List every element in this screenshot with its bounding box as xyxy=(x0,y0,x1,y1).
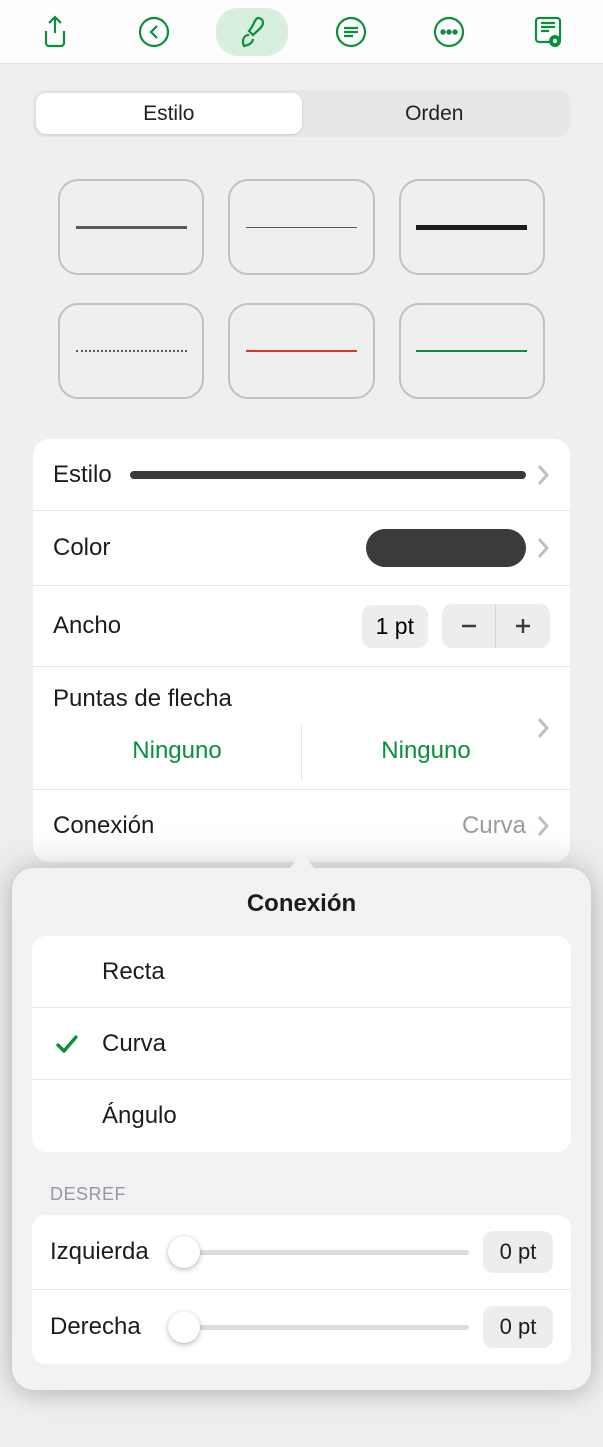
undo-button[interactable] xyxy=(118,8,190,56)
connection-options-list: Recta Curva Ángulo xyxy=(32,936,571,1152)
share-button[interactable] xyxy=(19,8,91,56)
comment-button[interactable] xyxy=(315,8,387,56)
tab-style[interactable]: Estilo xyxy=(36,93,302,134)
row-ancho: Ancho 1 pt xyxy=(33,586,570,667)
decrement-button[interactable] xyxy=(442,604,496,648)
presenter-icon xyxy=(531,14,565,50)
more-button[interactable] xyxy=(413,8,485,56)
slider-thumb[interactable] xyxy=(168,1236,200,1268)
line-style-swatch[interactable] xyxy=(58,179,204,275)
row-conexion[interactable]: Conexión Curva xyxy=(33,790,570,862)
arrow-left-value: Ninguno xyxy=(53,725,302,781)
popover-title: Conexión xyxy=(32,890,571,918)
slider-row-right: Derecha 0 pt xyxy=(32,1290,571,1364)
slider-track-right[interactable] xyxy=(184,1325,469,1330)
line-style-swatch[interactable] xyxy=(228,303,374,399)
chevron-right-icon xyxy=(536,463,550,487)
toolbar xyxy=(0,0,603,64)
more-icon xyxy=(432,15,466,49)
row-estilo[interactable]: Estilo xyxy=(33,439,570,511)
minus-icon xyxy=(458,615,480,637)
row-color[interactable]: Color xyxy=(33,511,570,586)
option-curva[interactable]: Curva xyxy=(32,1008,571,1080)
chevron-right-icon xyxy=(536,716,550,740)
slider-label: Derecha xyxy=(50,1313,170,1341)
chevron-right-icon xyxy=(536,536,550,560)
settings-panel: Estilo Color Ancho 1 pt Puntas de flecha xyxy=(33,439,570,862)
option-label: Ángulo xyxy=(102,1102,177,1130)
line-style-swatch[interactable] xyxy=(399,303,545,399)
slider-thumb[interactable] xyxy=(168,1311,200,1343)
slider-value-right[interactable]: 0 pt xyxy=(483,1306,553,1348)
connection-popover: Conexión Recta Curva Ángulo DESREF Izqui… xyxy=(12,868,591,1390)
tab-order[interactable]: Orden xyxy=(302,93,568,134)
row-label: Ancho xyxy=(53,612,121,640)
arrow-right-value: Ninguno xyxy=(302,725,550,781)
presenter-button[interactable] xyxy=(512,8,584,56)
option-angulo[interactable]: Ángulo xyxy=(32,1080,571,1152)
row-label: Color xyxy=(53,534,110,562)
width-value[interactable]: 1 pt xyxy=(362,605,428,648)
row-puntas[interactable]: Puntas de flecha Ninguno Ninguno xyxy=(33,667,570,790)
option-label: Recta xyxy=(102,958,165,986)
row-label: Conexión xyxy=(53,812,154,840)
section-label: DESREF xyxy=(50,1184,567,1205)
checkmark-icon xyxy=(54,1031,80,1057)
comment-icon xyxy=(334,15,368,49)
plus-icon xyxy=(512,615,534,637)
line-style-swatch[interactable] xyxy=(58,303,204,399)
connection-value: Curva xyxy=(462,812,526,840)
tab-segmented-control: Estilo Orden xyxy=(0,64,603,151)
line-style-grid xyxy=(0,151,603,439)
chevron-right-icon xyxy=(536,814,550,838)
slider-label: Izquierda xyxy=(50,1238,170,1266)
undo-icon xyxy=(137,15,171,49)
slider-value-left[interactable]: 0 pt xyxy=(483,1231,553,1273)
slider-row-left: Izquierda 0 pt xyxy=(32,1215,571,1290)
offset-sliders: Izquierda 0 pt Derecha 0 pt xyxy=(32,1215,571,1364)
color-swatch xyxy=(366,529,526,567)
format-brush-icon xyxy=(235,14,269,50)
line-style-swatch[interactable] xyxy=(228,179,374,275)
row-label: Puntas de flecha xyxy=(53,685,550,713)
line-style-swatch[interactable] xyxy=(399,179,545,275)
share-icon xyxy=(40,15,70,49)
slider-track-left[interactable] xyxy=(184,1250,469,1255)
option-label: Curva xyxy=(102,1030,166,1058)
increment-button[interactable] xyxy=(496,604,550,648)
stroke-style-preview xyxy=(130,471,526,479)
row-label: Estilo xyxy=(53,461,112,489)
width-stepper xyxy=(442,604,550,648)
arrowheads-values: Ninguno Ninguno xyxy=(53,725,550,781)
popover-pointer xyxy=(284,854,320,870)
format-button[interactable] xyxy=(216,8,288,56)
option-recta[interactable]: Recta xyxy=(32,936,571,1008)
